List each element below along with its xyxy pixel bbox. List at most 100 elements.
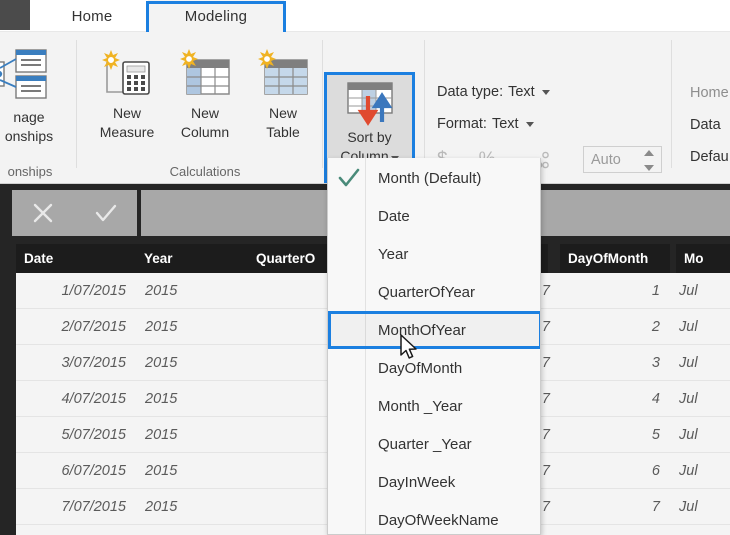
column-header-year[interactable]: Year — [136, 244, 248, 273]
cell-year: 2015 — [145, 463, 178, 479]
cell-month: Jul — [679, 391, 698, 407]
cell-date: 4/07/2015 — [61, 391, 126, 407]
accept-check-icon[interactable] — [75, 190, 138, 236]
power-bi-window: Home Modeling nage onships onships New M… — [0, 0, 730, 535]
sort-by-column-label-line1: Sort by — [347, 129, 392, 145]
ribbon-divider-3 — [424, 40, 425, 168]
cell-date: 7/07/2015 — [61, 499, 126, 515]
manage-relationships-button[interactable]: nage onships — [0, 108, 72, 146]
cell-year: 2015 — [145, 319, 178, 335]
dropdown-item-label: Year — [378, 245, 409, 263]
dropdown-item-label: QuarterOfYear — [378, 283, 475, 301]
dropdown-item-label: Date — [378, 207, 410, 225]
cell-dayofmonth: 2 — [651, 319, 660, 335]
cell-date: 6/07/2015 — [61, 463, 126, 479]
cancel-x-icon[interactable] — [12, 190, 75, 236]
new-table-icon — [258, 49, 308, 95]
manage-relationships-label-line2: onships — [4, 128, 54, 144]
dropdown-item-label: MonthOfYear — [378, 321, 466, 339]
cell-month: Jul — [679, 319, 698, 335]
app-menu-button[interactable] — [0, 0, 30, 30]
dropdown-item-monthofyear[interactable]: MonthOfYear — [328, 311, 540, 349]
cell-date: 2/07/2015 — [61, 319, 126, 335]
dropdown-item-date[interactable]: Date — [328, 197, 540, 235]
cell-month: Jul — [679, 355, 698, 371]
format-value: Text — [491, 116, 519, 132]
formula-bar-buttons — [12, 190, 137, 236]
column-header-dayofmonth[interactable]: DayOfMonth — [560, 244, 670, 273]
format-dropdown[interactable]: Format: Text — [437, 116, 534, 132]
ribbon-tab-bar: Home Modeling — [0, 0, 730, 35]
new-column-icon — [180, 49, 230, 95]
cell-year: 2015 — [137, 525, 248, 535]
new-measure-button[interactable]: New Measure — [88, 44, 166, 156]
cell-dayofmonth: 4 — [651, 391, 660, 407]
ribbon-divider-4 — [671, 40, 672, 168]
cell-date: 8/07/2015 — [16, 525, 136, 535]
dropdown-item-label: Month _Year — [378, 397, 463, 415]
new-measure-label-line2: Measure — [99, 124, 155, 140]
cell-month: Jul — [679, 463, 698, 479]
ribbon-divider-1 — [76, 40, 77, 168]
ribbon-divider-2 — [322, 40, 323, 168]
dropdown-item-label: DayOfMonth — [378, 359, 463, 377]
dropdown-item-year[interactable]: Year — [328, 235, 540, 273]
column-header-month[interactable]: Mo — [676, 244, 730, 273]
data-type-label: Data type: — [437, 84, 504, 100]
cell-year: 2015 — [145, 283, 178, 299]
dropdown-item-dayofmonth[interactable]: DayOfMonth — [328, 349, 540, 387]
properties-row-data[interactable]: Data — [690, 117, 721, 133]
manage-relationships-icon — [0, 48, 50, 102]
group-label-relationships: onships — [7, 164, 53, 179]
cell-month: Jul — [679, 499, 698, 515]
cell-dayofmonth: 3 — [651, 355, 660, 371]
data-type-dropdown[interactable]: Data type: Text — [437, 84, 550, 100]
cell-month: Jul — [679, 427, 698, 443]
dropdown-item-dayofweekname[interactable]: DayOfWeekName — [328, 501, 540, 534]
dropdown-item-month-default[interactable]: Month (Default) — [328, 159, 540, 197]
cell-dayofmonth: 6 — [651, 463, 660, 479]
sort-by-column-dropdown-menu: Month (Default) Date Year QuarterOfYear Mont… — [327, 158, 541, 535]
cell-date: 5/07/2015 — [61, 427, 126, 443]
new-table-label-line2: Table — [266, 124, 300, 140]
cell-dayofmonth: 8 — [561, 525, 670, 535]
data-type-value: Text — [508, 84, 535, 100]
cell-dayofmonth: 1 — [651, 283, 660, 299]
cell-date: 1/07/2015 — [61, 283, 126, 299]
cell-dayofmonth: 5 — [651, 427, 660, 443]
dropdown-item-label: Month (Default) — [378, 169, 482, 187]
cell-year: 2015 — [145, 499, 178, 515]
cell-date: 3/07/2015 — [61, 355, 126, 371]
new-table-button[interactable]: New Table — [244, 44, 322, 156]
properties-row-default[interactable]: Defau — [690, 149, 729, 165]
dropdown-item-label: DayInWeek — [378, 473, 456, 491]
chevron-down-icon — [541, 89, 550, 95]
new-table-label-line1: New — [268, 105, 297, 121]
sparkle-glyph — [102, 50, 120, 70]
column-header-date[interactable]: Date — [16, 244, 136, 273]
dropdown-item-month-year[interactable]: Month _Year — [328, 387, 540, 425]
tab-home[interactable]: Home — [52, 0, 132, 32]
checkmark-icon — [338, 168, 360, 187]
group-label-calculations: Calculations — [169, 164, 241, 179]
new-column-label-line2: Column — [180, 124, 230, 140]
dropdown-item-label: DayOfWeekName — [378, 511, 499, 529]
format-label: Format: — [437, 116, 487, 132]
properties-row-home[interactable]: Home — [690, 85, 729, 101]
cell-month: Jul — [679, 283, 698, 299]
cell-year: 2015 — [145, 355, 178, 371]
dropdown-item-dayinweek[interactable]: DayInWeek — [328, 463, 540, 501]
new-measure-icon — [102, 50, 150, 95]
cell-year: 2015 — [145, 391, 178, 407]
cell-month: Jul — [671, 525, 730, 535]
dropdown-item-label: Quarter _Year — [378, 435, 472, 453]
new-column-label-line1: New — [190, 105, 219, 121]
cell-dayofmonth: 7 — [651, 499, 660, 515]
dropdown-item-quarterofyear[interactable]: QuarterOfYear — [328, 273, 540, 311]
tab-modeling[interactable]: Modeling — [148, 0, 284, 32]
new-column-button[interactable]: New Column — [166, 44, 244, 156]
dropdown-item-quarter-year[interactable]: Quarter _Year — [328, 425, 540, 463]
new-measure-label-line1: New — [112, 105, 141, 121]
chevron-down-icon — [525, 121, 534, 127]
sort-by-column-icon — [346, 82, 393, 126]
